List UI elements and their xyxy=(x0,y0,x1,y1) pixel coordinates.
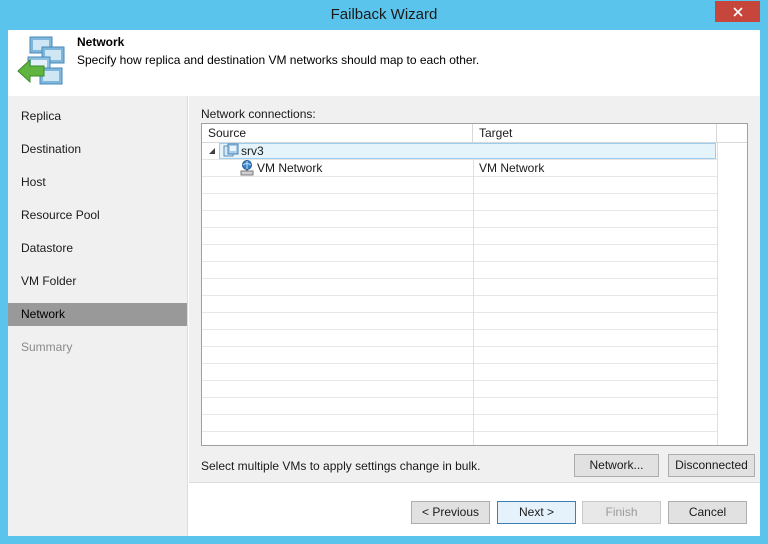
disconnected-button[interactable]: Disconnected xyxy=(668,454,755,477)
grid-header: Source Target xyxy=(202,124,747,143)
bulk-settings-hint: Select multiple VMs to apply settings ch… xyxy=(201,459,481,473)
close-icon xyxy=(732,6,743,17)
failback-wizard-icon xyxy=(17,36,65,85)
step-destination[interactable]: Destination xyxy=(8,138,187,161)
network-icon xyxy=(240,160,254,176)
step-description: Specify how replica and destination VM n… xyxy=(77,53,480,67)
server-icon xyxy=(223,143,239,157)
step-replica[interactable]: Replica xyxy=(8,105,187,128)
target-network-name: VM Network xyxy=(479,161,545,175)
close-button[interactable] xyxy=(715,1,760,22)
collapse-arrow-icon[interactable] xyxy=(208,147,216,155)
cancel-button[interactable]: Cancel xyxy=(668,501,747,524)
grid-row-lines xyxy=(202,143,717,445)
failback-wizard-window: Failback Wizard Network Specify how repl… xyxy=(0,0,768,544)
source-network-name: VM Network xyxy=(257,161,323,175)
network-connections-label: Network connections: xyxy=(201,107,316,121)
step-summary: Summary xyxy=(21,340,73,354)
step-datastore[interactable]: Datastore xyxy=(8,237,187,260)
finish-button: Finish xyxy=(582,501,661,524)
window-title: Failback Wizard xyxy=(330,6,438,23)
tree-row-host[interactable]: srv3 xyxy=(202,143,717,160)
next-button[interactable]: Next > xyxy=(497,501,576,524)
network-mapping-grid[interactable]: Source Target srv3 VM Network VM Network xyxy=(201,123,748,446)
wizard-steps-sidebar: Replica Destination Host Resource Pool D… xyxy=(8,96,188,536)
network-step-panel: Network connections: Source Target srv3 … xyxy=(189,96,760,482)
host-name: srv3 xyxy=(241,144,264,158)
previous-button[interactable]: < Previous xyxy=(411,501,490,524)
grid-body: srv3 VM Network VM Network xyxy=(202,143,747,445)
wizard-client-area: Network Specify how replica and destinat… xyxy=(8,30,760,536)
column-divider xyxy=(717,143,718,445)
step-host[interactable]: Host xyxy=(8,171,187,194)
network-button[interactable]: Network... xyxy=(574,454,659,477)
step-vm-folder[interactable]: VM Folder xyxy=(8,270,187,293)
column-divider xyxy=(473,143,474,445)
column-header-source[interactable]: Source xyxy=(202,124,473,142)
title-bar: Failback Wizard xyxy=(0,0,768,30)
wizard-footer: < Previous Next > Finish Cancel xyxy=(189,482,760,536)
column-header-target[interactable]: Target xyxy=(473,124,717,142)
step-title: Network xyxy=(77,35,125,49)
tree-row-network[interactable]: VM Network VM Network xyxy=(202,160,717,177)
step-network[interactable]: Network xyxy=(8,303,187,326)
step-header: Network Specify how replica and destinat… xyxy=(8,30,760,96)
row-selection-highlight xyxy=(219,143,716,159)
step-resource-pool[interactable]: Resource Pool xyxy=(8,204,187,227)
